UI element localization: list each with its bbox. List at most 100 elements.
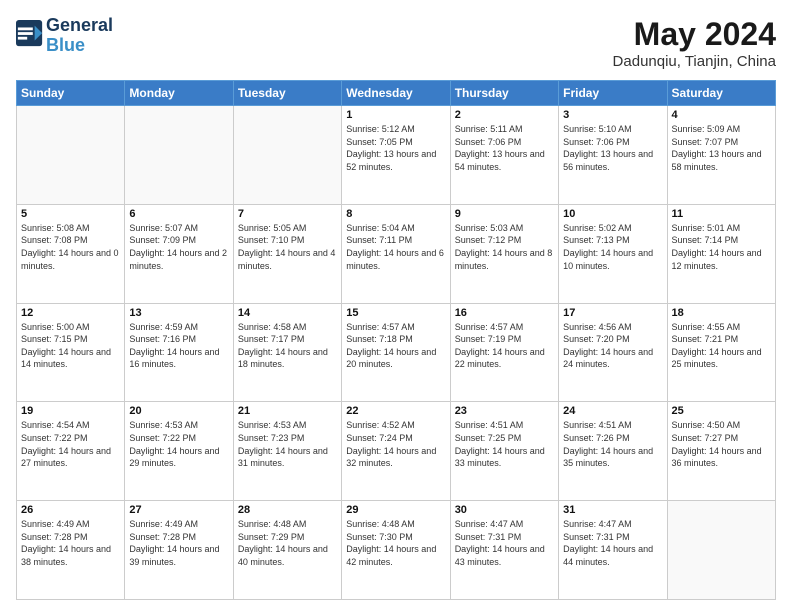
day-number: 18 [672, 307, 771, 319]
day-number: 20 [129, 405, 228, 417]
day-cell: 5 Sunrise: 5:08 AM Sunset: 7:08 PM Daylig… [17, 204, 125, 303]
day-cell: 18 Sunrise: 4:55 AM Sunset: 7:21 PM Dayli… [667, 303, 775, 402]
day-cell: 20 Sunrise: 4:53 AM Sunset: 7:22 PM Dayli… [125, 402, 233, 501]
day-number: 1 [346, 109, 445, 121]
day-cell: 4Sunrise: 5:09 AM Sunset: 7:07 PM Daylig… [667, 106, 775, 205]
weekday-wednesday: Wednesday [342, 81, 450, 106]
day-cell: 12Sunrise: 5:00 AM Sunset: 7:15 PM Dayli… [17, 303, 125, 402]
title-block: May 2024 Dadunqiu, Tianjin, China [613, 16, 776, 70]
day-info: Sunrise: 4:48 AM Sunset: 7:29 PM Dayligh… [238, 518, 337, 568]
day-info: Sunrise: 5:09 AM Sunset: 7:07 PM Dayligh… [672, 123, 771, 173]
weekday-saturday: Saturday [667, 81, 775, 106]
day-info: Sunrise: 4:55 AM Sunset: 7:21 PM Dayligh… [672, 321, 771, 371]
day-info: Sunrise: 5:04 AM Sunset: 7:11 PM Dayligh… [346, 222, 445, 272]
day-info: Sunrise: 4:49 AM Sunset: 7:28 PM Dayligh… [21, 518, 120, 568]
day-number: 14 [238, 307, 337, 319]
day-info: Sunrise: 4:52 AM Sunset: 7:24 PM Dayligh… [346, 419, 445, 469]
day-number: 13 [129, 307, 228, 319]
day-cell: 17Sunrise: 4:56 AM Sunset: 7:20 PM Dayli… [559, 303, 667, 402]
subtitle: Dadunqiu, Tianjin, China [613, 53, 776, 70]
day-cell: 9Sunrise: 5:03 AM Sunset: 7:12 PM Daylig… [450, 204, 558, 303]
day-info: Sunrise: 4:54 AM Sunset: 7:22 PM Dayligh… [21, 419, 120, 469]
day-info: Sunrise: 5:02 AM Sunset: 7:13 PM Dayligh… [563, 222, 662, 272]
day-number: 22 [346, 405, 445, 417]
day-info: Sunrise: 5:10 AM Sunset: 7:06 PM Dayligh… [563, 123, 662, 173]
day-cell: 16Sunrise: 4:57 AM Sunset: 7:19 PM Dayli… [450, 303, 558, 402]
day-cell: 24Sunrise: 4:51 AM Sunset: 7:26 PM Dayli… [559, 402, 667, 501]
day-number: 21 [238, 405, 337, 417]
day-info: Sunrise: 4:47 AM Sunset: 7:31 PM Dayligh… [563, 518, 662, 568]
day-number: 17 [563, 307, 662, 319]
day-info: Sunrise: 5:12 AM Sunset: 7:05 PM Dayligh… [346, 123, 445, 173]
day-cell: 21 Sunrise: 4:53 AM Sunset: 7:23 PM Dayli… [233, 402, 341, 501]
day-number: 5 [21, 208, 120, 220]
day-cell: 11 Sunrise: 5:01 AM Sunset: 7:14 PM Dayli… [667, 204, 775, 303]
day-cell: 23 Sunrise: 4:51 AM Sunset: 7:25 PM Dayli… [450, 402, 558, 501]
weekday-friday: Friday [559, 81, 667, 106]
day-number: 31 [563, 504, 662, 516]
day-info: Sunrise: 5:01 AM Sunset: 7:14 PM Dayligh… [672, 222, 771, 272]
day-cell: 25 Sunrise: 4:50 AM Sunset: 7:27 PM Dayli… [667, 402, 775, 501]
day-cell: 2 Sunrise: 5:11 AM Sunset: 7:06 PM Daylig… [450, 106, 558, 205]
weekday-sunday: Sunday [17, 81, 125, 106]
day-info: Sunrise: 4:53 AM Sunset: 7:22 PM Dayligh… [129, 419, 228, 469]
day-info: Sunrise: 4:49 AM Sunset: 7:28 PM Dayligh… [129, 518, 228, 568]
day-cell: 26 Sunrise: 4:49 AM Sunset: 7:28 PM Dayli… [17, 501, 125, 600]
day-cell: 29Sunrise: 4:48 AM Sunset: 7:30 PM Dayli… [342, 501, 450, 600]
day-cell: 22 Sunrise: 4:52 AM Sunset: 7:24 PM Dayli… [342, 402, 450, 501]
day-info: Sunrise: 4:50 AM Sunset: 7:27 PM Dayligh… [672, 419, 771, 469]
day-number: 23 [455, 405, 554, 417]
day-info: Sunrise: 5:11 AM Sunset: 7:06 PM Dayligh… [455, 123, 554, 173]
day-cell: 28 Sunrise: 4:48 AM Sunset: 7:29 PM Dayli… [233, 501, 341, 600]
day-info: Sunrise: 5:05 AM Sunset: 7:10 PM Dayligh… [238, 222, 337, 272]
weekday-thursday: Thursday [450, 81, 558, 106]
day-cell: 27Sunrise: 4:49 AM Sunset: 7:28 PM Dayli… [125, 501, 233, 600]
day-info: Sunrise: 4:51 AM Sunset: 7:25 PM Dayligh… [455, 419, 554, 469]
day-number: 30 [455, 504, 554, 516]
day-info: Sunrise: 4:51 AM Sunset: 7:26 PM Dayligh… [563, 419, 662, 469]
day-number: 10 [563, 208, 662, 220]
day-cell: 31 Sunrise: 4:47 AM Sunset: 7:31 PM Dayli… [559, 501, 667, 600]
day-info: Sunrise: 4:59 AM Sunset: 7:16 PM Dayligh… [129, 321, 228, 371]
day-cell: 7 Sunrise: 5:05 AM Sunset: 7:10 PM Daylig… [233, 204, 341, 303]
day-info: Sunrise: 4:48 AM Sunset: 7:30 PM Dayligh… [346, 518, 445, 568]
day-number: 6 [129, 208, 228, 220]
day-number: 8 [346, 208, 445, 220]
day-info: Sunrise: 4:47 AM Sunset: 7:31 PM Dayligh… [455, 518, 554, 568]
day-info: Sunrise: 4:57 AM Sunset: 7:19 PM Dayligh… [455, 321, 554, 371]
day-cell [233, 106, 341, 205]
header: General Blue May 2024 Dadunqiu, Tianjin,… [16, 16, 776, 70]
day-number: 25 [672, 405, 771, 417]
day-info: Sunrise: 5:08 AM Sunset: 7:08 PM Dayligh… [21, 222, 120, 272]
logo-icon [16, 20, 44, 48]
day-cell: 15Sunrise: 4:57 AM Sunset: 7:18 PM Dayli… [342, 303, 450, 402]
logo: General Blue [16, 16, 113, 56]
day-number: 26 [21, 504, 120, 516]
main-title: May 2024 [613, 16, 776, 53]
day-number: 19 [21, 405, 120, 417]
day-cell: 3 Sunrise: 5:10 AM Sunset: 7:06 PM Daylig… [559, 106, 667, 205]
day-info: Sunrise: 5:07 AM Sunset: 7:09 PM Dayligh… [129, 222, 228, 272]
day-cell [125, 106, 233, 205]
day-number: 12 [21, 307, 120, 319]
day-cell: 30 Sunrise: 4:47 AM Sunset: 7:31 PM Dayli… [450, 501, 558, 600]
week-row-1: 1 Sunrise: 5:12 AM Sunset: 7:05 PM Daylig… [17, 106, 776, 205]
logo-line1: General [46, 16, 113, 36]
day-cell: 1 Sunrise: 5:12 AM Sunset: 7:05 PM Daylig… [342, 106, 450, 205]
day-number: 3 [563, 109, 662, 121]
day-number: 7 [238, 208, 337, 220]
day-number: 15 [346, 307, 445, 319]
day-number: 2 [455, 109, 554, 121]
day-number: 11 [672, 208, 771, 220]
day-info: Sunrise: 4:53 AM Sunset: 7:23 PM Dayligh… [238, 419, 337, 469]
day-cell: 14Sunrise: 4:58 AM Sunset: 7:17 PM Dayli… [233, 303, 341, 402]
day-cell: 13 Sunrise: 4:59 AM Sunset: 7:16 PM Dayli… [125, 303, 233, 402]
week-row-3: 12Sunrise: 5:00 AM Sunset: 7:15 PM Dayli… [17, 303, 776, 402]
week-row-5: 26 Sunrise: 4:49 AM Sunset: 7:28 PM Dayli… [17, 501, 776, 600]
week-row-4: 19 Sunrise: 4:54 AM Sunset: 7:22 PM Dayli… [17, 402, 776, 501]
day-number: 28 [238, 504, 337, 516]
calendar-table: SundayMondayTuesdayWednesdayThursdayFrid… [16, 80, 776, 600]
day-cell [667, 501, 775, 600]
day-cell: 6 Sunrise: 5:07 AM Sunset: 7:09 PM Daylig… [125, 204, 233, 303]
weekday-header-row: SundayMondayTuesdayWednesdayThursdayFrid… [17, 81, 776, 106]
